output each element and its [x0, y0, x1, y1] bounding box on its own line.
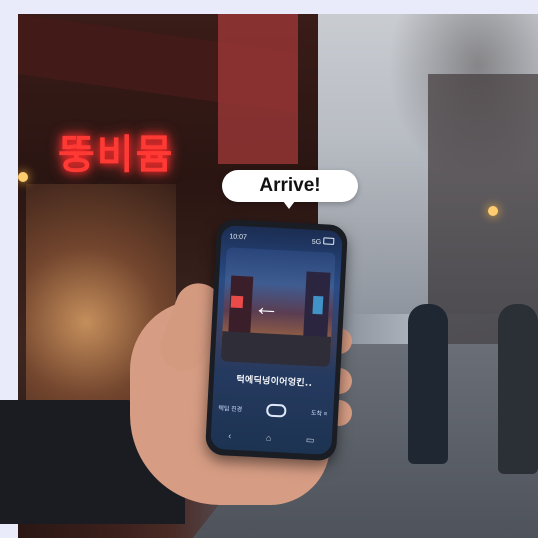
network-label: 5G	[311, 238, 322, 246]
smartphone: 10:07 5G ← 턱에딕넝이어엉킨.. 택딥 진경 도착 ≡ ‹ ⌂ ▭	[204, 218, 349, 462]
sign	[312, 295, 324, 315]
right-label[interactable]: 도착 ≡	[311, 407, 328, 417]
sign	[230, 295, 244, 309]
left-label[interactable]: 택딥 진경	[218, 403, 242, 413]
phone-screen[interactable]: 10:07 5G ← 턱에딕넝이어엉킨.. 택딥 진경 도착 ≡ ‹ ⌂ ▭	[210, 224, 343, 456]
system-nav: ‹ ⌂ ▭	[211, 430, 332, 447]
bare-tree	[388, 14, 538, 184]
status-time: 10:07	[229, 232, 248, 241]
navigation-view[interactable]: ←	[220, 247, 336, 367]
pedestrian	[498, 304, 538, 474]
bubble-tail	[283, 201, 295, 209]
bottom-controls: 택딥 진경 도착 ≡	[218, 397, 328, 423]
home-key[interactable]: ⌂	[266, 433, 272, 444]
arrow-left-icon: ←	[252, 290, 281, 323]
battery-icon	[323, 236, 335, 245]
pedestrian	[408, 304, 448, 464]
neon-sign: 뚱비뮴	[58, 132, 175, 178]
road	[220, 331, 332, 367]
vertical-sign	[218, 14, 298, 164]
lamp-light	[488, 206, 498, 216]
lamp-light	[18, 172, 28, 182]
home-pill-icon[interactable]	[266, 403, 287, 418]
route-instruction: 턱에딕넝이어엉킨..	[236, 374, 313, 389]
recents-key[interactable]: ▭	[306, 435, 315, 446]
status-indicators: 5G	[312, 236, 335, 246]
speech-bubble: Arrive!	[222, 170, 358, 202]
back-key[interactable]: ‹	[228, 431, 232, 442]
bubble-text: Arrive!	[259, 175, 321, 196]
status-bar: 10:07 5G	[221, 229, 343, 249]
